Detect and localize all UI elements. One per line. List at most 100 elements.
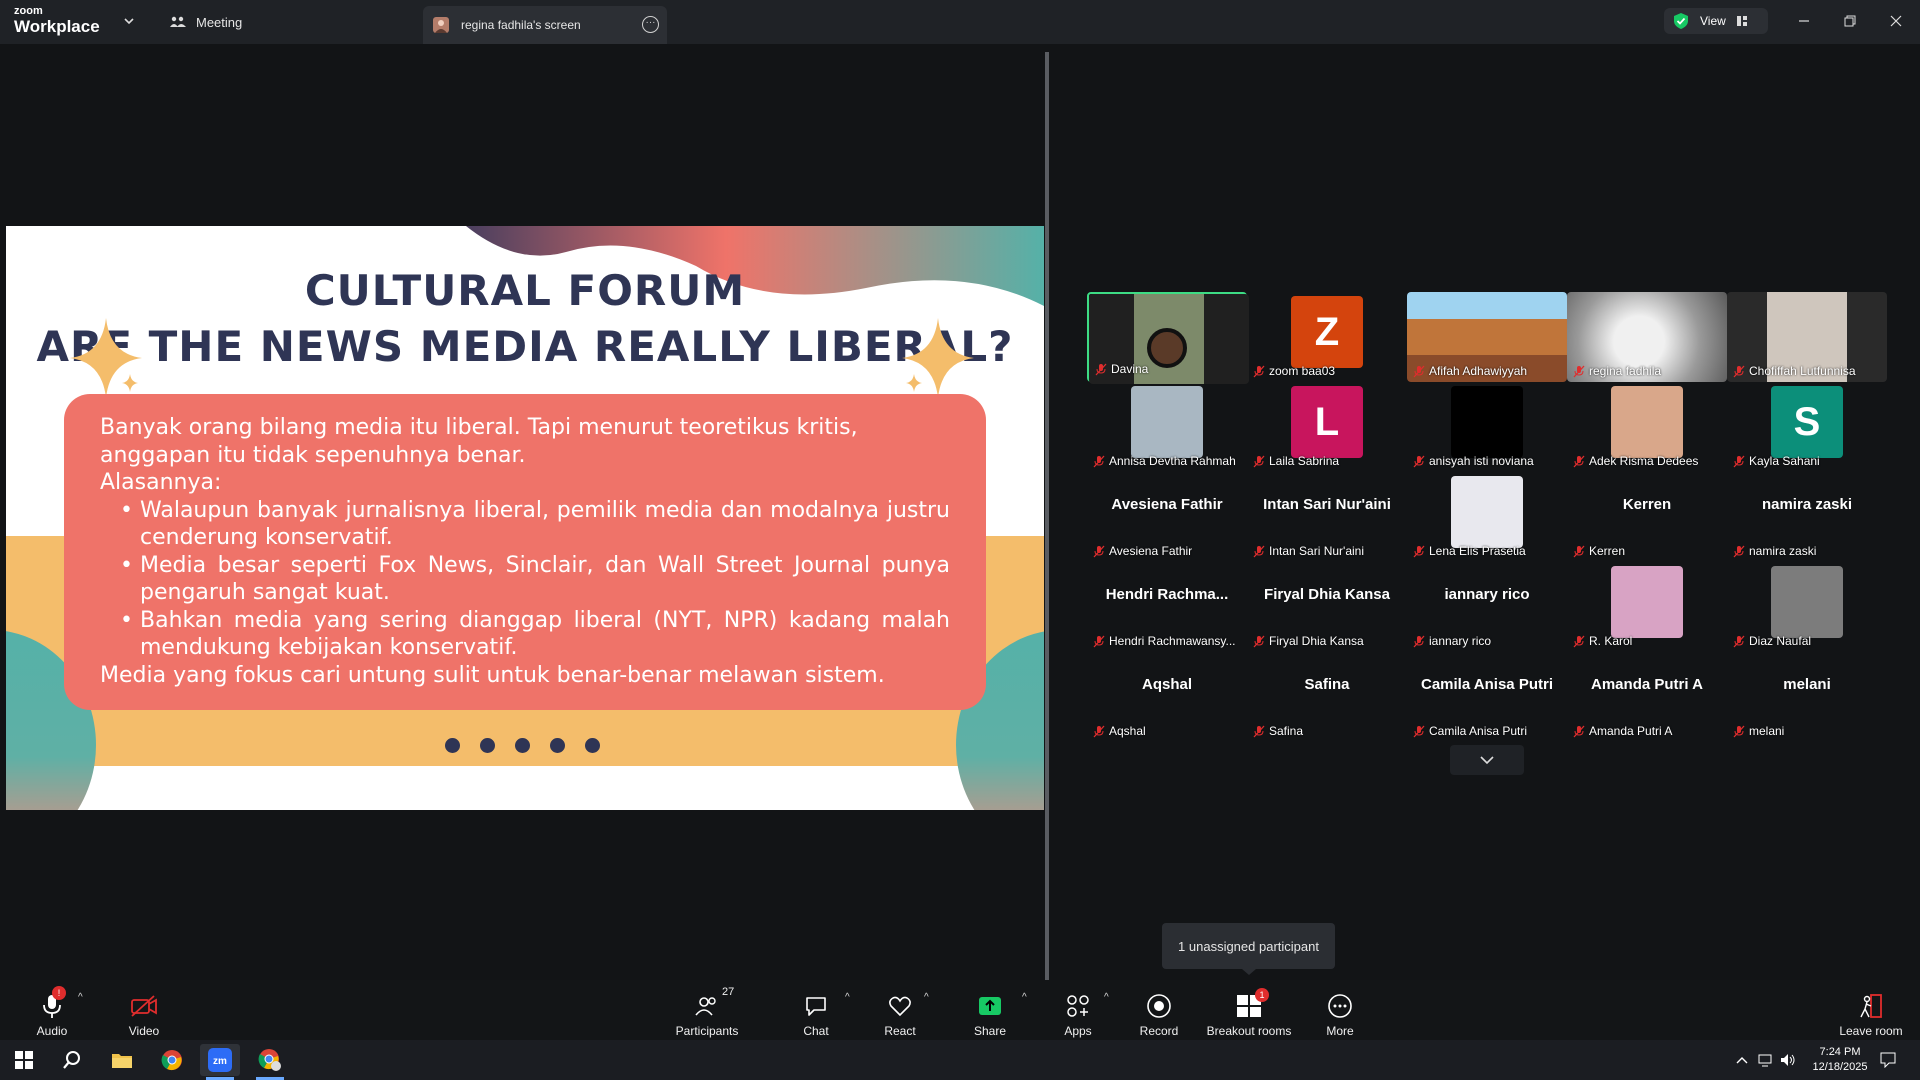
participant-tile[interactable]: R. Karol (1567, 562, 1727, 652)
mic-muted-icon (1413, 365, 1425, 377)
mic-muted-icon (1253, 635, 1265, 647)
participant-tile[interactable]: Diaz Naufal (1727, 562, 1887, 652)
chevron-down-icon[interactable] (122, 14, 136, 28)
mic-muted-icon (1093, 725, 1105, 737)
leave-icon (1860, 994, 1882, 1018)
participant-tile[interactable]: S Kayla Sahani (1727, 382, 1887, 472)
participant-display-name: Intan Sari Nur'aini (1263, 496, 1391, 513)
participant-face (1147, 328, 1187, 368)
chat-options-caret[interactable]: ^ (845, 992, 850, 1003)
zoom-taskbar-icon[interactable]: zm (200, 1044, 240, 1076)
participant-tile[interactable]: Avesiena Fathir Avesiena Fathir (1087, 472, 1247, 562)
react-options-caret[interactable]: ^ (924, 992, 929, 1003)
audio-options-caret[interactable]: ^ (78, 992, 83, 1003)
participant-tile[interactable]: Davina (1087, 292, 1249, 384)
participant-tile[interactable]: Annisa Devtha Rahmah (1087, 382, 1247, 472)
apps-options-caret[interactable]: ^ (1104, 992, 1109, 1003)
user-avatar-icon (433, 17, 449, 33)
participant-name-label: Safina (1269, 724, 1304, 738)
apps-button[interactable]: Apps (1058, 986, 1098, 1038)
participant-name: zoom baa03 (1253, 364, 1335, 378)
participant-avatar: L (1291, 386, 1363, 458)
participant-tile[interactable]: regina fadhila (1567, 292, 1727, 382)
slide-intro: Banyak orang bilang media itu liberal. T… (100, 415, 858, 468)
share-button[interactable]: Share (970, 986, 1010, 1038)
participant-tile[interactable]: iannary rico iannary rico (1407, 562, 1567, 652)
participant-tile[interactable]: Aqshal Aqshal (1087, 652, 1247, 742)
participant-tile[interactable]: Lena Elis Prasetia (1407, 472, 1567, 562)
expand-gallery-button[interactable] (1450, 745, 1524, 775)
participant-tile[interactable]: Adek Risma Dedees (1567, 382, 1727, 472)
participants-count: 27 (722, 986, 735, 998)
participant-display-name: Aqshal (1141, 676, 1192, 693)
participant-name: iannary rico (1413, 634, 1491, 648)
mic-muted-icon (1253, 545, 1265, 557)
record-button[interactable]: Record (1136, 986, 1182, 1038)
participant-tile[interactable]: Chofiffah Lutfunnisa (1727, 292, 1887, 382)
splitter-handle[interactable] (1045, 52, 1049, 980)
participant-tile[interactable]: namira zaski namira zaski (1727, 472, 1887, 562)
chrome-icon[interactable] (152, 1044, 192, 1076)
participant-name-label: anisyah isti noviana (1429, 454, 1534, 468)
minimize-icon[interactable] (1792, 10, 1816, 32)
share-options-caret[interactable]: ^ (1022, 992, 1027, 1003)
search-icon[interactable] (52, 1044, 92, 1076)
tab-meeting[interactable]: Meeting (170, 0, 242, 44)
file-explorer-icon[interactable] (102, 1044, 142, 1076)
participant-tile[interactable]: Firyal Dhia Kansa Firyal Dhia Kansa (1247, 562, 1407, 652)
participant-tile[interactable]: Safina Safina (1247, 652, 1407, 742)
chrome-profile-icon[interactable] (250, 1044, 290, 1076)
sparkle-icon (902, 318, 974, 398)
chat-button[interactable]: Chat (796, 986, 836, 1038)
participant-name-label: R. Karol (1589, 634, 1633, 648)
participants-button[interactable]: Participants 27 (672, 986, 742, 1038)
apps-label: Apps (1064, 1024, 1092, 1038)
participant-name-label: Lena Elis Prasetia (1429, 544, 1526, 558)
participant-photo (1131, 386, 1203, 458)
more-button[interactable]: More (1320, 986, 1360, 1038)
participant-tile[interactable]: anisyah isti noviana (1407, 382, 1567, 472)
participant-tile[interactable]: Intan Sari Nur'aini Intan Sari Nur'aini (1247, 472, 1407, 562)
participant-name: regina fadhila (1573, 364, 1661, 378)
participant-display-name: Firyal Dhia Kansa (1264, 586, 1390, 603)
participant-name-label: Davina (1111, 362, 1149, 376)
participant-name: Amanda Putri A (1573, 724, 1672, 738)
mic-muted-icon (1413, 725, 1425, 737)
participant-tile[interactable]: melani melani (1727, 652, 1887, 742)
participant-name-label: Adek Risma Dedees (1589, 454, 1699, 468)
zoom-logo[interactable]: zoom Workplace (14, 6, 100, 36)
view-button[interactable]: View (1664, 8, 1768, 34)
decorative-band-bottom (6, 766, 1044, 810)
more-options-icon[interactable]: ··· (642, 16, 659, 33)
tab-meeting-label: Meeting (196, 14, 243, 30)
decorative-dots (445, 738, 600, 753)
audio-button[interactable]: Audio ! (30, 986, 74, 1038)
title-bar: zoom Workplace Meeting regina fadhila's … (0, 0, 1920, 44)
mic-muted-icon (1413, 545, 1425, 557)
windows-taskbar: zm 7:24 PM 12/18/2025 (0, 1040, 1920, 1080)
svg-text:zm: zm (213, 1056, 227, 1067)
participant-tile[interactable]: Hendri Rachma... Hendri Rachmawansy... (1087, 562, 1247, 652)
participant-tile[interactable]: Afifah Adhawiyyah (1407, 292, 1567, 382)
sparkle-icon (70, 318, 142, 398)
windows-start-icon[interactable] (4, 1044, 44, 1076)
participant-tile[interactable]: Camila Anisa Putri Camila Anisa Putri (1407, 652, 1567, 742)
close-icon[interactable] (1884, 10, 1908, 32)
breakout-rooms-button[interactable]: Breakout rooms 1 (1204, 986, 1294, 1038)
mic-muted-icon (1733, 455, 1745, 467)
leave-room-button[interactable]: Leave room (1836, 986, 1906, 1038)
participant-tile[interactable]: Amanda Putri A Amanda Putri A (1567, 652, 1727, 742)
tab-shared-screen[interactable]: regina fadhila's screen ··· (423, 6, 667, 44)
participant-name-label: Hendri Rachmawansy... (1109, 634, 1236, 648)
participant-tile[interactable]: L Laila Sabrina (1247, 382, 1407, 472)
restore-icon[interactable] (1838, 10, 1862, 32)
react-button[interactable]: React (880, 986, 920, 1038)
participant-name: Diaz Naufal (1733, 634, 1811, 648)
participant-tile[interactable]: Zzoom baa03 (1247, 292, 1407, 382)
video-button[interactable]: Video (122, 986, 166, 1038)
notifications-icon[interactable] (1868, 1044, 1908, 1076)
participants-label: Participants (675, 1024, 739, 1038)
participant-tile[interactable]: Kerren Kerren (1567, 472, 1727, 562)
breakout-badge: 1 (1255, 988, 1269, 1002)
react-label: React (884, 1024, 916, 1038)
